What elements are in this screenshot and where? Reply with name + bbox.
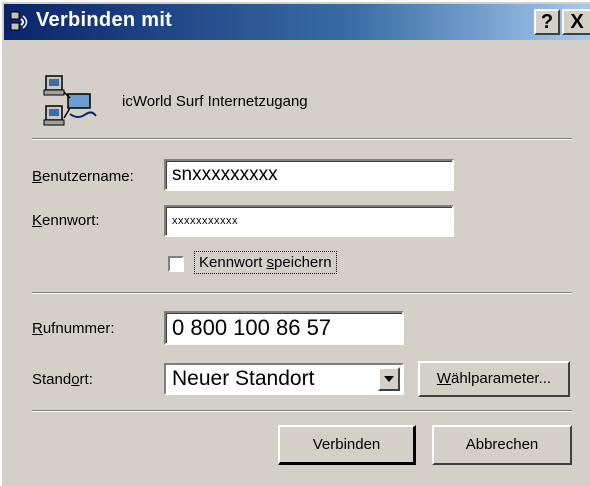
phone-label-mnemonic: R <box>32 320 43 337</box>
dialing-properties-button[interactable]: Wählparameter... <box>418 361 570 397</box>
chevron-down-icon <box>384 376 394 382</box>
connection-icon <box>43 75 97 126</box>
phone-number-input[interactable] <box>164 311 404 345</box>
connection-name: icWorld Surf Internetzugang <box>122 93 308 110</box>
username-label: Benutzername: <box>32 168 134 185</box>
username-label-mnemonic: B <box>32 168 43 185</box>
save-password-label[interactable]: Kennwort speichern <box>194 251 337 274</box>
connect-button[interactable]: Verbinden <box>278 425 416 465</box>
label-segment: ählparameter... <box>451 370 552 387</box>
label-segment: Kennwort <box>199 254 267 271</box>
separator <box>32 138 572 140</box>
label-segment: rt: <box>79 371 93 388</box>
phone-label: Rufnummer: <box>32 320 115 337</box>
location-select-value: Neuer Standort <box>172 367 315 390</box>
password-label-mnemonic: K <box>32 212 43 229</box>
location-label-text: Standort: <box>32 371 93 388</box>
username-label-text: enutzername: <box>42 168 134 185</box>
label-mnemonic: W <box>436 370 452 387</box>
location-label: Standort: <box>32 371 93 388</box>
password-label-text: ennwort: <box>42 212 100 229</box>
label-mnemonic: o <box>71 371 80 388</box>
dialing-properties-label: Wählparameter... <box>437 370 551 387</box>
label-mnemonic: s <box>266 254 275 271</box>
password-input[interactable] <box>164 205 454 237</box>
label-segment: peichern <box>274 254 332 271</box>
username-input[interactable] <box>164 159 454 191</box>
dial-up-dialog: Verbinden mit ? X icWorld Surf Internetz… <box>0 0 590 486</box>
separator <box>32 410 572 412</box>
location-select[interactable]: Neuer Standort <box>164 363 404 395</box>
phone-label-text: ufnummer: <box>42 320 115 337</box>
password-label: Kennwort: <box>32 212 100 229</box>
help-button[interactable]: ? <box>534 9 560 35</box>
save-password-label-text: Kennwort speichern <box>199 254 332 271</box>
title-bar[interactable]: Verbinden mit ? X <box>4 4 590 40</box>
close-button[interactable]: X <box>562 9 590 35</box>
save-password-checkbox[interactable] <box>168 256 184 272</box>
cancel-button[interactable]: Abbrechen <box>432 425 572 465</box>
label-segment: Stand <box>32 371 72 388</box>
separator <box>32 292 572 294</box>
window-title: Verbinden mit <box>36 9 173 31</box>
dial-up-icon <box>10 11 28 31</box>
dropdown-button[interactable] <box>378 367 400 391</box>
